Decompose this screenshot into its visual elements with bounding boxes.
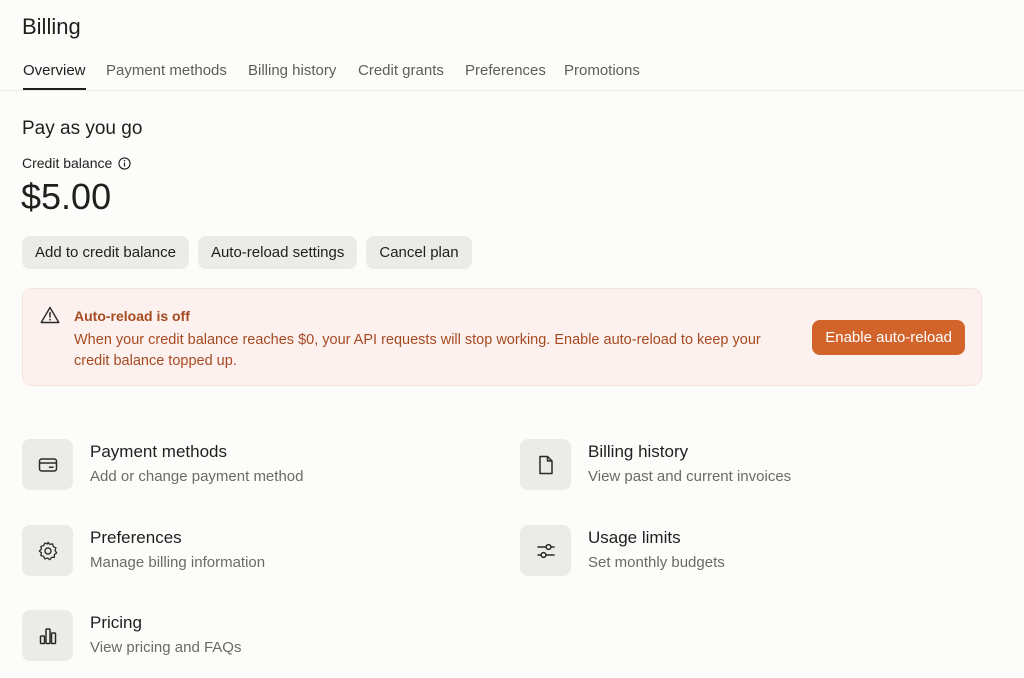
card-description: Manage billing information [90, 554, 266, 571]
tab-overview[interactable]: Overview [23, 62, 86, 90]
credit-balance-label-text: Credit balance [22, 155, 113, 171]
page-title: Billing [22, 14, 81, 39]
alert-message: When your credit balance reaches $0, you… [74, 332, 761, 369]
cancel-plan-button[interactable]: Cancel plan [366, 236, 472, 269]
credit-card-icon [22, 439, 73, 490]
card-title: Billing history [588, 442, 689, 461]
tab-preferences[interactable]: Preferences [465, 62, 546, 88]
enable-auto-reload-button[interactable]: Enable auto-reload [812, 320, 965, 355]
plan-title: Pay as you go [22, 118, 143, 139]
card-description: View past and current invoices [588, 468, 792, 485]
auto-reload-alert: Auto-reload is off When your credit bala… [22, 288, 982, 386]
usage-limits-card[interactable]: Usage limits Set monthly budgets [520, 525, 725, 576]
gear-icon [22, 525, 73, 576]
info-icon[interactable] [118, 156, 131, 170]
card-description: Add or change payment method [90, 468, 304, 485]
plan-actions: Add to credit balance Auto-reload settin… [22, 236, 472, 269]
billing-history-card[interactable]: Billing history View past and current in… [520, 439, 791, 490]
card-title: Preferences [90, 528, 182, 547]
document-icon [520, 439, 571, 490]
preferences-card[interactable]: Preferences Manage billing information [22, 525, 265, 576]
card-title: Payment methods [90, 442, 228, 461]
auto-reload-settings-button[interactable]: Auto-reload settings [197, 236, 358, 269]
tab-credit-grants[interactable]: Credit grants [358, 62, 444, 88]
tab-bar: Overview Payment methods Billing history… [0, 56, 1024, 91]
pricing-card[interactable]: Pricing View pricing and FAQs [22, 610, 241, 661]
card-title: Pricing [90, 613, 142, 632]
payment-methods-card[interactable]: Payment methods Add or change payment me… [22, 439, 303, 490]
credit-balance-label: Credit balance [22, 155, 131, 171]
sliders-icon [520, 525, 571, 576]
add-to-credit-balance-button[interactable]: Add to credit balance [22, 236, 189, 269]
tab-payment-methods[interactable]: Payment methods [106, 62, 227, 88]
warning-icon [40, 306, 60, 324]
card-description: Set monthly budgets [588, 554, 725, 571]
bar-chart-icon [22, 610, 73, 661]
tab-promotions[interactable]: Promotions [564, 62, 640, 88]
tab-billing-history[interactable]: Billing history [248, 62, 336, 88]
card-description: View pricing and FAQs [90, 639, 242, 656]
alert-title: Auto-reload is off [74, 308, 190, 324]
credit-balance-value: $5.00 [21, 176, 112, 217]
card-title: Usage limits [588, 528, 681, 547]
